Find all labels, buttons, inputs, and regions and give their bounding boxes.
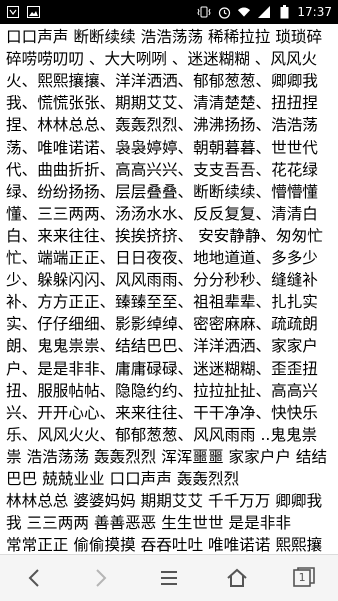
article-content[interactable]: 口口声声 断断续续 浩浩荡荡 稀稀拉拉 琐琐碎 碎唠唠叨叨 、大大咧咧 、迷迷糊糊… <box>0 24 338 554</box>
text-line: 朗、鬼鬼祟祟、结结巴巴、洋洋洒洒、家家户 <box>6 337 318 356</box>
text-line: 碎唠唠叨叨 、大大咧咧 、迷迷糊糊 、风风火 <box>6 50 318 69</box>
text-line: 绿、纷纷扬扬、层层叠叠、断断续续、懵懵懂 <box>6 182 318 201</box>
status-bar-left <box>6 5 40 19</box>
browser-toolbar: 1 <box>0 554 338 601</box>
menu-icon <box>160 571 177 585</box>
text-line: 口口声声 断断续续 浩浩荡荡 稀稀拉拉 琐琐碎 <box>6 28 323 46</box>
menu-button[interactable] <box>143 558 195 598</box>
signal-icon <box>257 5 271 19</box>
status-time: 17:37 <box>297 5 332 19</box>
text-line: 荡、唯唯诺诺、袅袅婷婷、朝朝暮暮、世世代 <box>6 138 318 157</box>
text-line: 巴巴 兢兢业业 口口声声 轰轰烈烈 <box>6 470 240 488</box>
text-line: 懂、三三两两、汤汤水水、反反复复、清清白 <box>6 204 318 223</box>
text-line: 我 三三两两 善善恶恶 生生世世 是是非非 <box>6 514 291 533</box>
vibrate-icon <box>197 5 211 19</box>
home-icon <box>226 568 247 587</box>
text-line: 补、方方正正、臻臻至至、祖祖辈辈、扎扎实 <box>6 293 318 312</box>
alarm-icon <box>217 5 231 19</box>
text-line: 少、躲躲闪闪、风风雨雨、分分秒秒、缝缝补 <box>6 271 318 290</box>
image-icon <box>26 5 40 19</box>
status-bar: 17:37 <box>0 0 338 24</box>
back-icon <box>28 569 39 587</box>
text-line: 白、来来往往、挨挨挤挤、 安安静静、匆匆忙 <box>6 226 323 245</box>
tabs-icon: 1 <box>293 567 315 589</box>
forward-button[interactable] <box>75 558 127 598</box>
tab-count: 1 <box>298 571 306 584</box>
text-line: 代、曲曲折折、高高兴兴、支支吾吾、花花绿 <box>6 160 318 179</box>
tabs-button[interactable]: 1 <box>278 558 330 598</box>
forward-icon <box>96 569 107 587</box>
text-line: 捏、林林总总、轰轰烈烈、沸沸扬扬、浩浩荡 <box>6 116 318 135</box>
text-line: 户、是是非非、庸庸碌碌、迷迷糊糊、歪歪扭 <box>6 359 318 378</box>
text-line: 火、熙熙攘攘、洋洋洒洒、郁郁葱葱、卿卿我 <box>6 72 318 91</box>
text-line: 林林总总 婆婆妈妈 期期艾艾 千千万万 卿卿我 <box>6 492 323 511</box>
home-button[interactable] <box>211 558 263 598</box>
wifi-icon <box>237 5 251 19</box>
text-line: 实、仔仔细细、影影绰绰、密密麻麻、疏疏朗 <box>6 315 318 334</box>
text-line: 扭、服服帖帖、隐隐约约、拉拉扯扯、高高兴 <box>6 381 318 400</box>
status-bar-right: 17:37 <box>197 5 332 19</box>
text-line: 祟 浩浩荡荡 轰轰烈烈 浑浑噩噩 家家户户 结结 <box>6 447 328 466</box>
text-line: 我、慌慌张张、期期艾艾、清清楚楚、扭扭捏 <box>6 94 318 113</box>
text-line: 常常正正 偷偷摸摸 吞吞吐吐 唯唯诺诺 熙熙攘 <box>6 536 323 554</box>
notification-icon <box>6 5 20 19</box>
back-button[interactable] <box>8 558 60 598</box>
text-line: 兴、开开心心、来来往往、干干净净、快快乐 <box>6 403 318 422</box>
text-line: 忙、端端正正、日日夜夜、地地道道、多多少 <box>6 249 318 267</box>
text-line: 乐、风风火火、郁郁葱葱、风风雨雨 ..鬼鬼祟 <box>6 425 318 444</box>
battery-icon <box>277 5 291 19</box>
